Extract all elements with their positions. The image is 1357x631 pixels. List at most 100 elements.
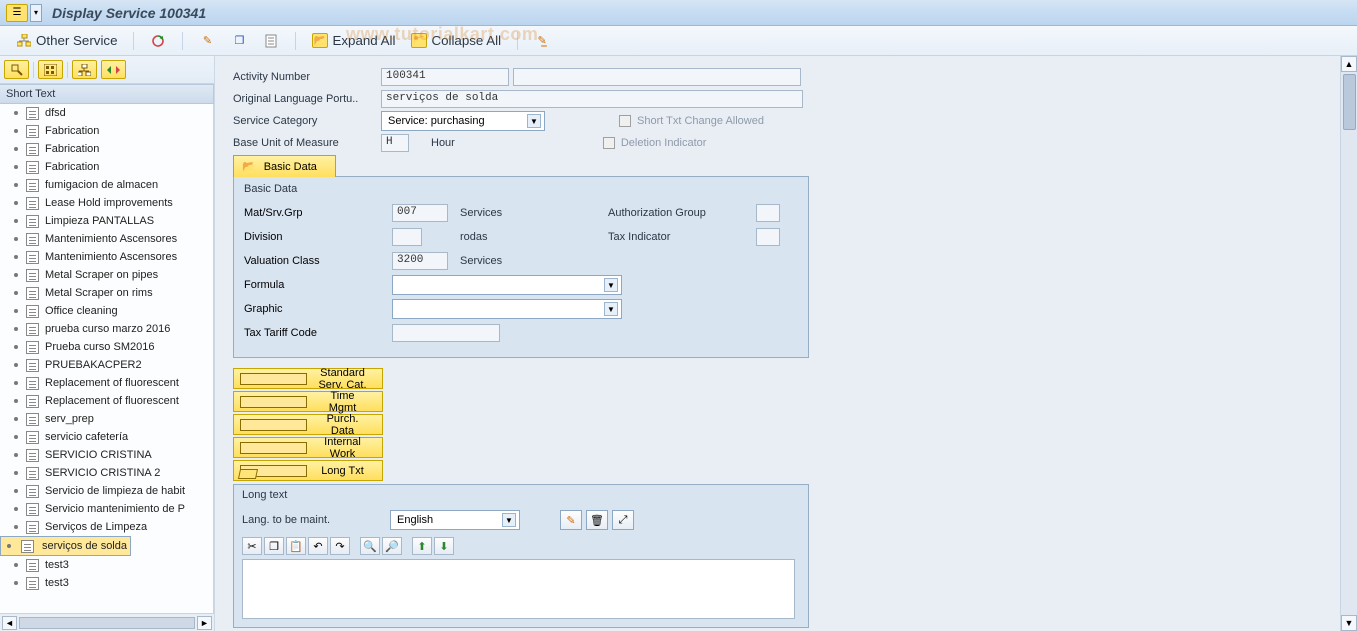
lang-select[interactable]: English ▼ bbox=[390, 510, 520, 530]
tree-item[interactable]: Servicio mantenimiento de P bbox=[0, 500, 213, 518]
vertical-scrollbar[interactable]: ▲ ▼ bbox=[1340, 56, 1357, 631]
fullscreen-text-button[interactable]: ⤢ bbox=[612, 510, 634, 530]
tree-item[interactable]: Servicio de limpieza de habit bbox=[0, 482, 213, 500]
tree-item[interactable]: test3 bbox=[0, 556, 213, 574]
collapse-all-button[interactable]: 📁 Collapse All bbox=[405, 31, 507, 51]
tree-item[interactable]: PRUEBAKACPER2 bbox=[0, 356, 213, 374]
tree-item[interactable]: Mantenimiento Ascensores bbox=[0, 230, 213, 248]
short-txt-change-checkbox bbox=[619, 115, 631, 127]
formula-select[interactable]: ▼ bbox=[392, 275, 622, 295]
app-menu-dropdown-icon[interactable]: ▾ bbox=[30, 4, 42, 22]
find-button[interactable]: 🔍 bbox=[360, 537, 380, 555]
tree-item[interactable]: Lease Hold improvements bbox=[0, 194, 213, 212]
tree-item[interactable]: Office cleaning bbox=[0, 302, 213, 320]
layout-button[interactable] bbox=[38, 60, 63, 79]
bullet-icon bbox=[14, 237, 18, 241]
tree-item[interactable]: Serviços de Limpeza bbox=[0, 518, 213, 536]
lang-value: English bbox=[397, 514, 433, 526]
undo-button[interactable]: ↶ bbox=[308, 537, 328, 555]
basic-data-tab[interactable]: 📂 Basic Data bbox=[233, 155, 336, 177]
document-button[interactable] bbox=[257, 31, 285, 51]
tree-item[interactable]: Metal Scraper on rims bbox=[0, 284, 213, 302]
graphic-select[interactable]: ▼ bbox=[392, 299, 622, 319]
tree-item-label: serv_prep bbox=[45, 413, 94, 425]
find-button[interactable] bbox=[4, 60, 29, 79]
tree-item-label: Office cleaning bbox=[45, 305, 118, 317]
redo-button[interactable]: ↷ bbox=[330, 537, 350, 555]
scroll-up-icon[interactable]: ▲ bbox=[1341, 56, 1357, 72]
tax-indicator-field[interactable] bbox=[756, 228, 780, 246]
base-uom-field[interactable]: H bbox=[381, 134, 409, 152]
folder-purch-data[interactable]: Purch. Data bbox=[233, 414, 383, 435]
tree-item[interactable]: fumigacion de almacen bbox=[0, 176, 213, 194]
tree-item[interactable]: Fabrication bbox=[0, 158, 213, 176]
tree-item[interactable]: Fabrication bbox=[0, 140, 213, 158]
division-field[interactable] bbox=[392, 228, 422, 246]
tree-item[interactable]: dfsd bbox=[0, 104, 213, 122]
scroll-track[interactable] bbox=[19, 617, 195, 629]
tree-item[interactable]: Prueba curso SM2016 bbox=[0, 338, 213, 356]
tree-item[interactable]: Fabrication bbox=[0, 122, 213, 140]
scroll-down-icon[interactable]: ▼ bbox=[1341, 615, 1357, 631]
collapse-tree-button[interactable] bbox=[101, 60, 126, 79]
folder-standard-serv-cat[interactable]: Standard Serv. Cat. bbox=[233, 368, 383, 389]
mat-srv-grp-field[interactable]: 007 bbox=[392, 204, 448, 222]
long-text-textarea[interactable] bbox=[242, 559, 795, 619]
tree-item[interactable]: serv_prep bbox=[0, 410, 213, 428]
paste-button[interactable]: 📋 bbox=[286, 537, 306, 555]
authorization-group-field[interactable] bbox=[756, 204, 780, 222]
delete-text-button[interactable]: 🗑 bbox=[586, 510, 608, 530]
long-text-section: Long text Lang. to be maint. English ▼ ✎… bbox=[233, 484, 809, 628]
tree-item[interactable]: Replacement of fluorescent bbox=[0, 374, 213, 392]
copy-button[interactable]: ❐ bbox=[264, 537, 284, 555]
tree-item[interactable]: serviços de solda bbox=[0, 536, 131, 556]
tree-item[interactable]: test3 bbox=[0, 574, 213, 592]
scroll-right-icon[interactable]: ► bbox=[197, 616, 212, 630]
other-service-button[interactable]: Other Service bbox=[10, 31, 123, 51]
activity-number-desc-field[interactable] bbox=[513, 68, 801, 86]
activity-number-field[interactable]: 100341 bbox=[381, 68, 509, 86]
document-icon bbox=[26, 287, 39, 300]
scroll-thumb[interactable] bbox=[1343, 74, 1356, 130]
tree-item[interactable]: prueba curso marzo 2016 bbox=[0, 320, 213, 338]
expand-tree-button[interactable] bbox=[72, 60, 97, 79]
valuation-class-field[interactable]: 3200 bbox=[392, 252, 448, 270]
cut-button[interactable]: ✂ bbox=[242, 537, 262, 555]
folder-internal-work[interactable]: Internal Work bbox=[233, 437, 383, 458]
expand-icon: ⤢ bbox=[619, 514, 628, 527]
tree-item[interactable]: Replacement of fluorescent bbox=[0, 392, 213, 410]
folder-time-mgmt[interactable]: Time Mgmt bbox=[233, 391, 383, 412]
document-icon bbox=[26, 233, 39, 246]
edit-button[interactable]: ✎ bbox=[193, 31, 221, 51]
tree-item[interactable]: SERVICIO CRISTINA 2 bbox=[0, 464, 213, 482]
graphic-label: Graphic bbox=[244, 303, 392, 315]
refresh-button[interactable] bbox=[144, 31, 172, 51]
bullet-icon bbox=[14, 291, 18, 295]
load-button[interactable]: ⬆ bbox=[412, 537, 432, 555]
bullet-icon bbox=[14, 309, 18, 313]
tax-tariff-code-field[interactable] bbox=[392, 324, 500, 342]
tree-item-label: dfsd bbox=[45, 107, 66, 119]
tree-item[interactable]: servicio cafetería bbox=[0, 428, 213, 446]
expand-all-button[interactable]: 📂 Expand All bbox=[306, 31, 401, 51]
tree-header[interactable]: Short Text bbox=[0, 84, 214, 104]
tree-horizontal-scrollbar[interactable]: ◄ ► bbox=[0, 613, 214, 631]
download-icon: ⬇ bbox=[439, 540, 448, 553]
app-menu-icon[interactable]: ☰ bbox=[6, 4, 28, 22]
original-language-field[interactable]: serviços de solda bbox=[381, 90, 803, 108]
folder-long-txt[interactable]: Long Txt bbox=[233, 460, 383, 481]
edit-text-button[interactable]: ✎ bbox=[560, 510, 582, 530]
tree-item[interactable]: SERVICIO CRISTINA bbox=[0, 446, 213, 464]
tree-item[interactable]: Mantenimiento Ascensores bbox=[0, 248, 213, 266]
folder-open-icon bbox=[240, 465, 307, 477]
tree-item[interactable]: Limpieza PANTALLAS bbox=[0, 212, 213, 230]
copy-button[interactable]: ❐ bbox=[225, 31, 253, 51]
scroll-left-icon[interactable]: ◄ bbox=[2, 616, 17, 630]
check-button[interactable]: ✎̲ bbox=[528, 31, 556, 51]
mat-srv-grp-label: Mat/Srv.Grp bbox=[244, 207, 392, 219]
service-category-select[interactable]: Service: purchasing ▼ bbox=[381, 111, 545, 131]
document-icon bbox=[26, 197, 39, 210]
tree-item[interactable]: Metal Scraper on pipes bbox=[0, 266, 213, 284]
save-local-button[interactable]: ⬇ bbox=[434, 537, 454, 555]
find-next-button[interactable]: 🔎 bbox=[382, 537, 402, 555]
